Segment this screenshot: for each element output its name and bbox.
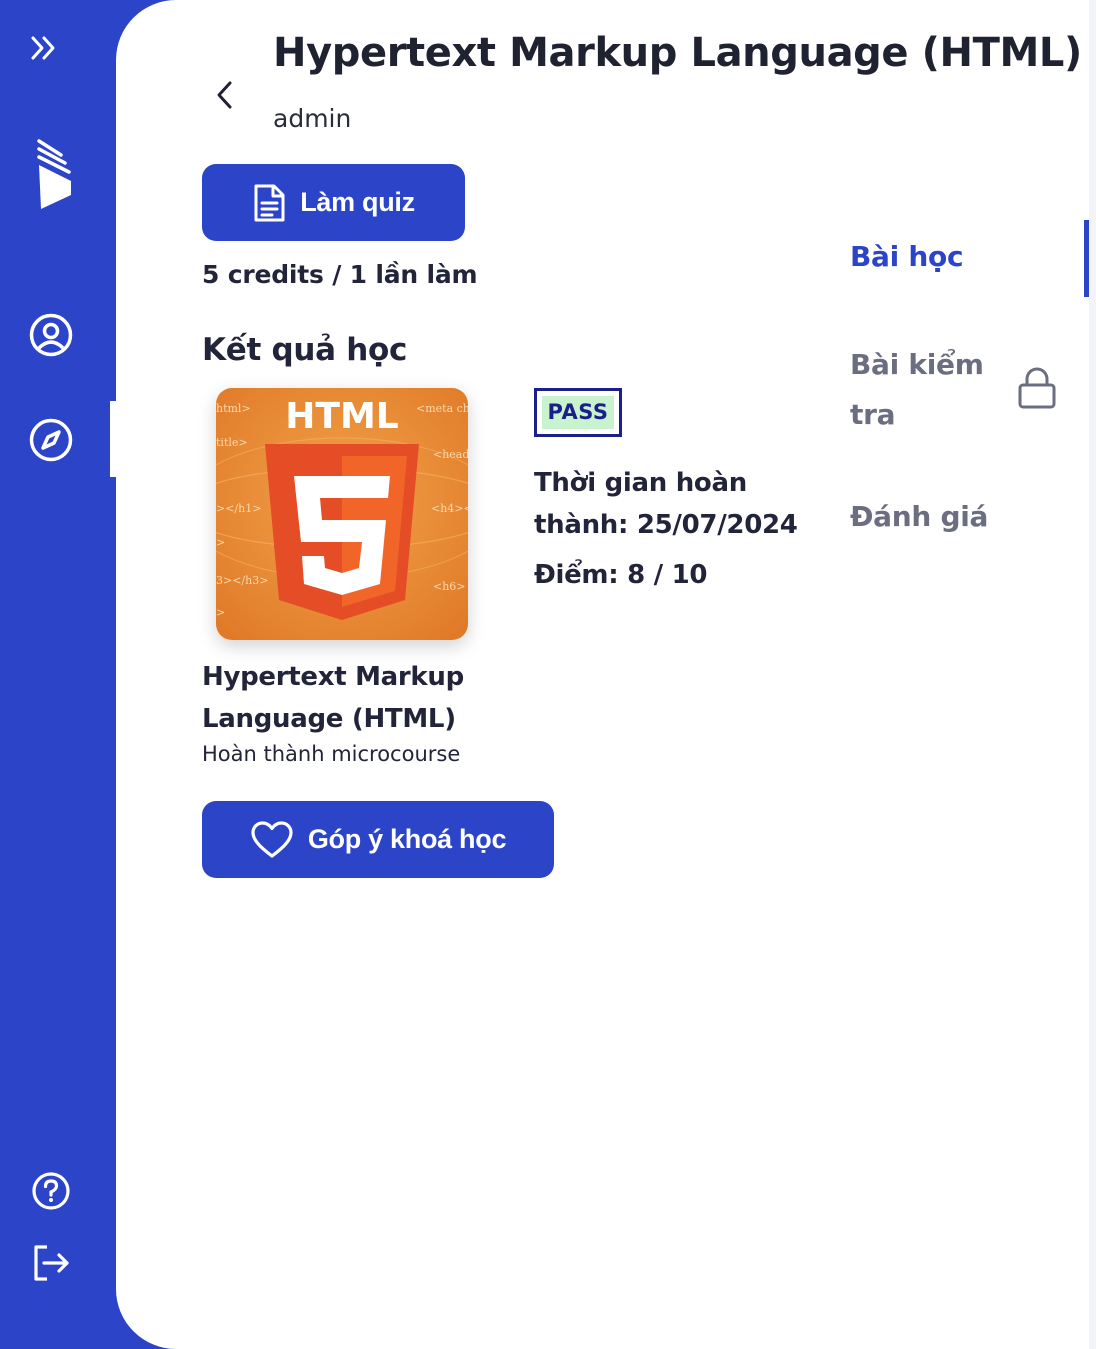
heart-icon <box>251 820 293 858</box>
take-quiz-label: Làm quiz <box>300 187 415 217</box>
main-panel: Hypertext Markup Language (HTML) admin L… <box>116 0 1096 1349</box>
lock-icon <box>1016 366 1058 410</box>
tab-lessons[interactable]: Bài học <box>850 240 964 273</box>
page-title: Hypertext Markup Language (HTML) <box>273 30 1082 76</box>
completion-time: Thời gian hoàn thành: 25/07/2024 <box>534 468 798 540</box>
code-snippet: <h4>< <box>431 502 468 515</box>
help-circle-icon[interactable] <box>28 1168 74 1214</box>
scroll-track <box>1089 0 1096 1349</box>
active-tab-indicator <box>1084 220 1089 297</box>
course-feedback-button[interactable]: Góp ý khoá học <box>202 801 554 878</box>
code-snippet: title> <box>216 436 248 449</box>
tab-test[interactable]: Bài kiểm tra <box>850 340 1000 440</box>
expand-sidebar-icon[interactable] <box>26 30 62 66</box>
code-snippet: > <box>216 606 225 619</box>
results-section-title: Kết quả học <box>202 332 408 368</box>
document-icon <box>254 184 285 221</box>
code-snippet: 3></h3> <box>216 574 268 587</box>
course-subtitle: Hoàn thành microcourse <box>202 742 461 766</box>
credits-info: 5 credits / 1 lần làm <box>202 260 478 289</box>
score: Điểm: 8 / 10 <box>534 560 708 590</box>
code-snippet: > <box>216 536 225 549</box>
compass-icon[interactable] <box>26 415 76 465</box>
course-name: Hypertext Markup Language (HTML) <box>202 662 464 734</box>
code-snippet: <h6> <box>433 580 466 593</box>
sidebar <box>0 0 116 1349</box>
logo-icon[interactable] <box>30 136 74 212</box>
profile-icon[interactable] <box>26 310 76 360</box>
take-quiz-button[interactable]: Làm quiz <box>202 164 465 241</box>
back-button[interactable] <box>212 78 238 112</box>
course-feedback-label: Góp ý khoá học <box>307 824 507 854</box>
code-snippet: <meta ch <box>416 402 468 415</box>
html-logo-text: HTML <box>285 396 398 437</box>
status-badge-label: PASS <box>542 396 614 429</box>
logout-icon[interactable] <box>28 1240 74 1286</box>
code-snippet: <head <box>433 448 468 461</box>
status-badge: PASS <box>534 388 622 437</box>
course-author: admin <box>273 104 352 133</box>
code-snippet: html> <box>216 402 251 415</box>
tab-review[interactable]: Đánh giá <box>850 500 988 533</box>
course-thumbnail: html> <meta ch title> <head ></h1> <h4><… <box>216 388 468 640</box>
chevron-left-icon <box>217 81 232 109</box>
code-snippet: ></h1> <box>216 502 261 515</box>
